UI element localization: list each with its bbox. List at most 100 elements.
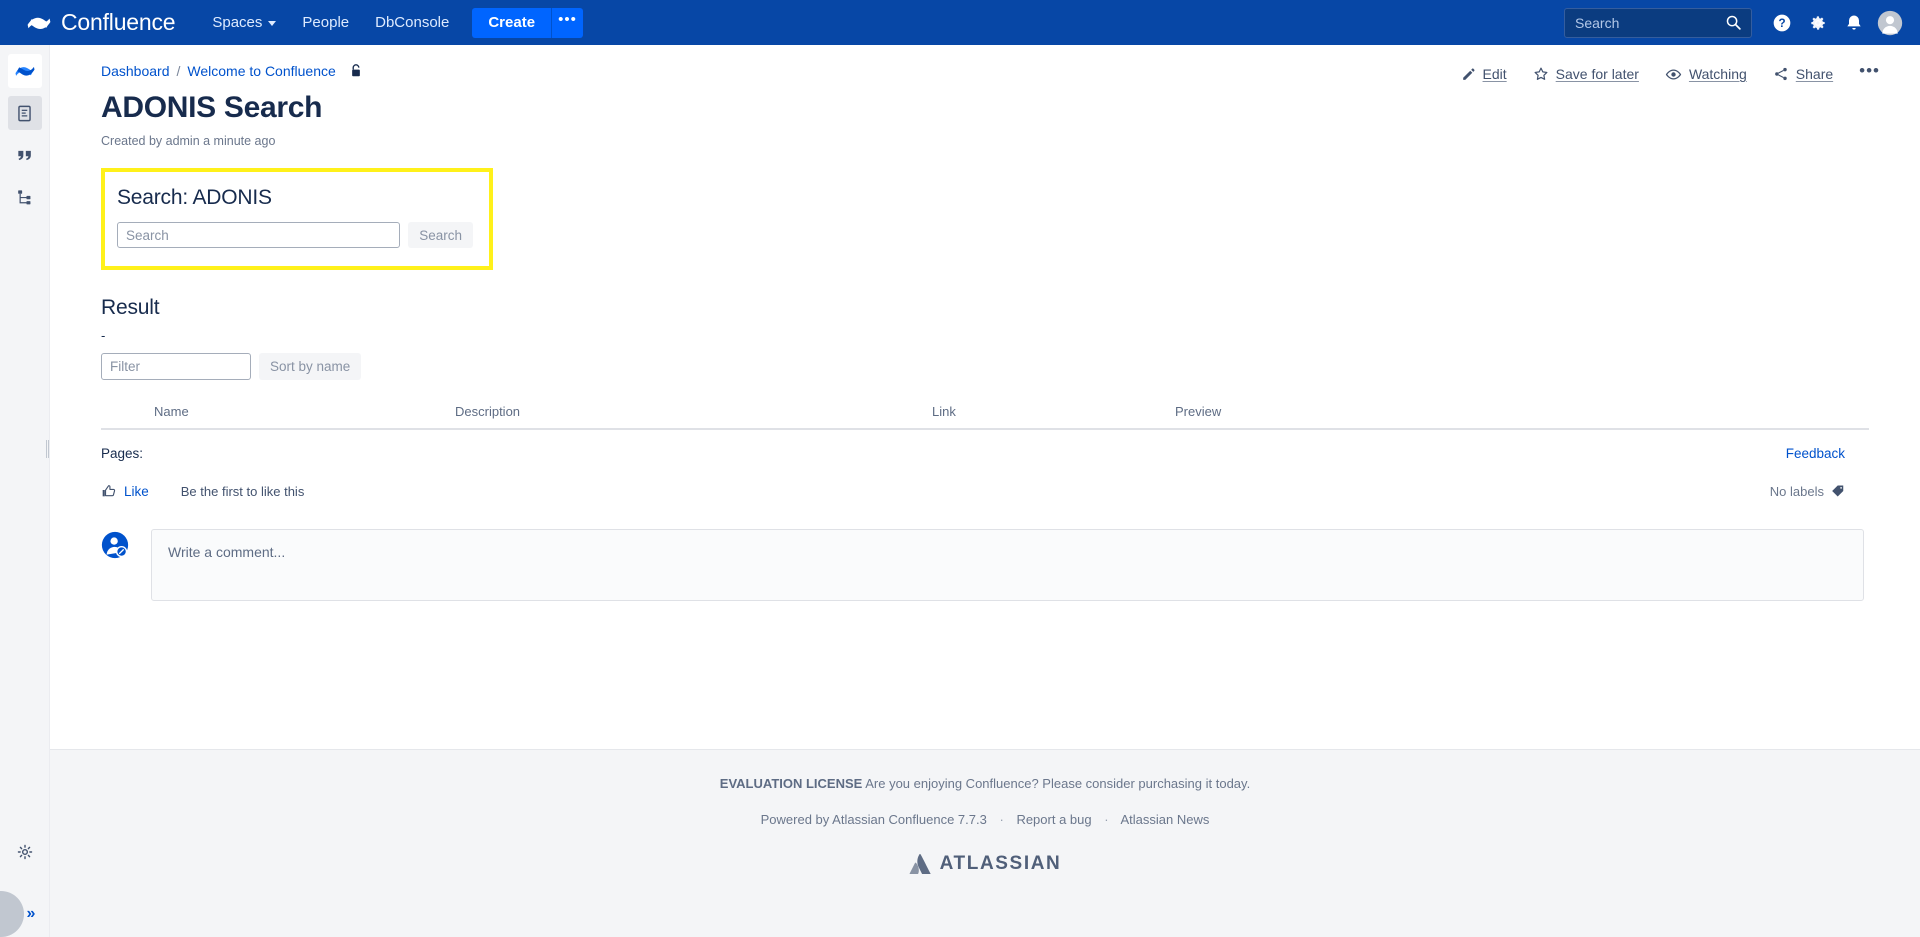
watch-label: Watching bbox=[1689, 66, 1747, 82]
breadcrumb-item-dashboard[interactable]: Dashboard bbox=[101, 63, 170, 79]
page-tree-icon bbox=[15, 104, 34, 123]
sidebar-bottom-group: » bbox=[0, 835, 50, 937]
brand-title: Confluence bbox=[61, 9, 175, 36]
watch-button[interactable]: Watching bbox=[1665, 66, 1747, 83]
confluence-home-link[interactable]: Confluence bbox=[26, 9, 175, 36]
search-macro-heading: Search: ADONIS bbox=[117, 186, 473, 210]
column-header-link: Link bbox=[932, 404, 1175, 419]
page-title: ADONIS Search bbox=[101, 91, 1920, 125]
search-input[interactable] bbox=[1565, 15, 1715, 31]
nav-item-spaces[interactable]: Spaces bbox=[199, 0, 289, 45]
create-button[interactable]: Create bbox=[472, 8, 551, 38]
sidebar-expand-background bbox=[0, 891, 24, 937]
like-button[interactable]: Like bbox=[101, 483, 149, 499]
powered-by-link[interactable]: Powered by Atlassian Confluence 7.7.3 bbox=[761, 812, 987, 827]
pages-label: Pages: bbox=[101, 446, 143, 461]
macro-search-button[interactable]: Search bbox=[408, 222, 473, 248]
footer-links: Powered by Atlassian Confluence 7.7.3 · … bbox=[50, 812, 1920, 827]
sidebar-space-logo[interactable] bbox=[8, 54, 42, 88]
pages-row: Pages: Feedback bbox=[101, 446, 1869, 461]
bell-icon bbox=[1844, 13, 1864, 33]
sidebar-resize-handle[interactable] bbox=[46, 440, 49, 458]
space-sidebar-collapsed: » bbox=[0, 45, 50, 937]
nav-item-dbconsole[interactable]: DbConsole bbox=[362, 0, 462, 45]
result-empty-marker: - bbox=[101, 331, 1920, 341]
gear-icon bbox=[16, 843, 34, 861]
share-icon bbox=[1773, 66, 1789, 82]
page-actions-toolbar: Edit Save for later Watching bbox=[1461, 61, 1880, 87]
license-notice: EVALUATION LICENSE Are you enjoying Conf… bbox=[50, 776, 1920, 791]
column-header-name: Name bbox=[101, 404, 455, 419]
feedback-link[interactable]: Feedback bbox=[1786, 446, 1869, 461]
help-button[interactable]: ? bbox=[1766, 7, 1798, 39]
avatar-icon bbox=[1877, 10, 1903, 36]
star-icon bbox=[1533, 66, 1549, 82]
footer-dot-2: · bbox=[1095, 812, 1117, 827]
page-wrapper: Edit Save for later Watching bbox=[50, 45, 1920, 601]
comment-input-placeholder[interactable]: Write a comment... bbox=[151, 529, 1864, 601]
column-header-description: Description bbox=[455, 404, 932, 419]
lock-open-icon[interactable] bbox=[349, 63, 363, 79]
quote-blog-icon bbox=[15, 145, 35, 165]
breadcrumb-separator: / bbox=[177, 63, 181, 79]
global-navigation-bar: Confluence Spaces People DbConsole Creat… bbox=[0, 0, 1920, 45]
page-more-actions-button[interactable]: ••• bbox=[1859, 61, 1880, 87]
edit-button[interactable]: Edit bbox=[1461, 66, 1507, 82]
like-group: Like Be the first to like this bbox=[101, 483, 304, 499]
sidebar-item-blog[interactable] bbox=[8, 138, 42, 172]
macro-search-input[interactable] bbox=[117, 222, 400, 248]
eye-icon bbox=[1665, 66, 1682, 83]
result-filter-row: Sort by name bbox=[101, 353, 1920, 380]
atlassian-logo-icon bbox=[909, 854, 931, 874]
result-heading: Result bbox=[101, 296, 1920, 320]
results-table-header: Name Description Link Preview bbox=[101, 404, 1869, 430]
page-byline: Created by admin a minute ago bbox=[101, 134, 1920, 148]
share-label: Share bbox=[1796, 66, 1833, 82]
labels-text: No labels bbox=[1770, 484, 1824, 499]
thumbs-up-icon bbox=[101, 483, 117, 499]
nav-item-people-label: People bbox=[302, 14, 349, 31]
license-label: EVALUATION LICENSE bbox=[720, 776, 863, 791]
filter-input[interactable] bbox=[101, 353, 251, 380]
adonis-search-macro: Search: ADONIS Search bbox=[101, 168, 493, 270]
save-for-later-label: Save for later bbox=[1556, 66, 1639, 82]
sidebar-item-pages[interactable] bbox=[8, 96, 42, 130]
create-more-button[interactable]: ••• bbox=[551, 8, 583, 38]
like-note: Be the first to like this bbox=[181, 484, 305, 499]
sort-by-name-button[interactable]: Sort by name bbox=[259, 353, 361, 380]
tag-icon bbox=[1831, 484, 1845, 498]
atlassian-branding: ATLASSIAN bbox=[50, 853, 1920, 875]
page-content-area: Edit Save for later Watching bbox=[50, 45, 1920, 937]
nav-item-people[interactable]: People bbox=[289, 0, 362, 45]
save-for-later-button[interactable]: Save for later bbox=[1533, 66, 1639, 82]
chevron-down-icon bbox=[268, 21, 276, 26]
confluence-space-logo-icon bbox=[14, 60, 36, 82]
license-text: Are you enjoying Confluence? Please cons… bbox=[865, 776, 1250, 791]
footer-dot-1: · bbox=[990, 812, 1012, 827]
nav-item-dbconsole-label: DbConsole bbox=[375, 14, 449, 31]
report-bug-link[interactable]: Report a bug bbox=[1016, 812, 1091, 827]
labels-area[interactable]: No labels bbox=[1770, 484, 1869, 499]
atlassian-wordmark: ATLASSIAN bbox=[940, 853, 1062, 875]
user-edit-avatar-icon bbox=[101, 531, 129, 559]
sidebar-space-settings-button[interactable] bbox=[8, 835, 42, 869]
chevron-double-right-icon: » bbox=[27, 905, 36, 923]
atlassian-news-link[interactable]: Atlassian News bbox=[1120, 812, 1209, 827]
add-comment-row: Write a comment... bbox=[101, 529, 1920, 601]
gear-icon bbox=[1808, 13, 1828, 33]
settings-button[interactable] bbox=[1802, 7, 1834, 39]
notifications-button[interactable] bbox=[1838, 7, 1870, 39]
space-hierarchy-icon bbox=[15, 188, 34, 207]
sidebar-expand-button[interactable]: » bbox=[0, 891, 50, 937]
search-icon bbox=[1725, 14, 1742, 31]
svg-text:?: ? bbox=[1778, 17, 1785, 30]
global-search[interactable] bbox=[1564, 8, 1752, 38]
global-nav-right-group: ? bbox=[1564, 0, 1906, 45]
nav-item-spaces-label: Spaces bbox=[212, 14, 262, 31]
profile-button[interactable] bbox=[1874, 7, 1906, 39]
search-macro-row: Search bbox=[117, 222, 473, 248]
like-label: Like bbox=[124, 484, 149, 499]
breadcrumb-item-space[interactable]: Welcome to Confluence bbox=[187, 63, 335, 79]
sidebar-item-space-hierarchy[interactable] bbox=[8, 180, 42, 214]
share-button[interactable]: Share bbox=[1773, 66, 1833, 82]
